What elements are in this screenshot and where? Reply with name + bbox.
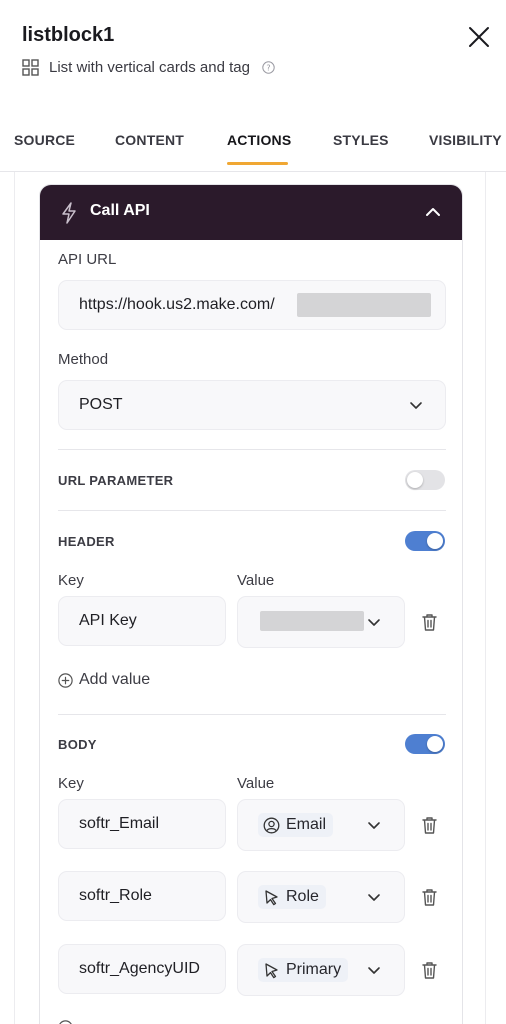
delete-body-row-icon[interactable] bbox=[421, 961, 438, 980]
user-circle-icon bbox=[263, 817, 280, 833]
header-section-label: HEADER bbox=[58, 534, 115, 549]
header-value-select[interactable] bbox=[237, 596, 405, 648]
chevron-down-icon bbox=[368, 894, 380, 901]
method-value: POST bbox=[79, 396, 123, 413]
delete-body-row-icon[interactable] bbox=[421, 816, 438, 835]
add-value-label: Add value bbox=[79, 671, 151, 688]
api-url-label: API URL bbox=[58, 251, 117, 268]
cursor-icon bbox=[265, 889, 278, 905]
tab-source[interactable]: SOURCE bbox=[14, 132, 75, 148]
api-url-value: https://hook.us2.make.com/ bbox=[79, 296, 275, 313]
body-section-label: BODY bbox=[58, 737, 97, 752]
tab-styles[interactable]: STYLES bbox=[333, 132, 389, 148]
field-chip: Primary bbox=[258, 958, 349, 982]
panel-header: listblock1 List with vertical cards and … bbox=[0, 0, 506, 120]
chip-label: Role bbox=[286, 888, 319, 905]
divider bbox=[58, 510, 446, 511]
field-chip: Role bbox=[258, 885, 326, 909]
delete-body-row-icon[interactable] bbox=[421, 888, 438, 907]
action-card-header[interactable]: Call API bbox=[40, 185, 462, 240]
body-toggle[interactable] bbox=[405, 734, 445, 754]
chip-label: Email bbox=[286, 816, 327, 833]
api-url-input[interactable]: https://hook.us2.make.com/ bbox=[58, 280, 446, 330]
redacted-header-value bbox=[260, 611, 364, 631]
body-value-select-role[interactable]: Role bbox=[237, 871, 405, 923]
body-key-value: softr_Email bbox=[79, 815, 160, 832]
tab-content[interactable]: CONTENT bbox=[115, 132, 184, 148]
add-header-value-button[interactable]: Add value bbox=[58, 671, 150, 689]
method-label: Method bbox=[58, 351, 109, 368]
redacted-url-segment bbox=[297, 293, 431, 317]
plus-circle-icon[interactable] bbox=[58, 1020, 73, 1024]
help-icon[interactable]: ? bbox=[262, 60, 275, 74]
chevron-down-icon bbox=[368, 822, 380, 829]
block-title: listblock1 bbox=[22, 24, 115, 46]
tab-bar: SOURCE CONTENT ACTIONS STYLES VISIBILITY bbox=[0, 118, 506, 172]
body-value-label: Value bbox=[237, 775, 275, 792]
toggle-knob bbox=[427, 736, 443, 752]
header-key-label: Key bbox=[58, 572, 84, 589]
divider bbox=[58, 714, 446, 715]
delete-header-row-icon[interactable] bbox=[421, 613, 438, 632]
toggle-knob bbox=[427, 533, 443, 549]
tab-visibility[interactable]: VISIBILITY bbox=[429, 132, 502, 148]
chevron-down-icon bbox=[368, 619, 380, 626]
body-key-input-agency[interactable]: softr_AgencyUID bbox=[58, 944, 226, 994]
url-parameter-label: URL PARAMETER bbox=[58, 473, 174, 488]
body-key-label: Key bbox=[58, 775, 84, 792]
close-icon[interactable] bbox=[466, 24, 492, 50]
chip-label: Primary bbox=[286, 961, 342, 978]
tab-actions[interactable]: ACTIONS bbox=[227, 132, 291, 148]
action-card: Call API API URL https://hook.us2.make.c… bbox=[39, 184, 463, 1024]
divider bbox=[58, 449, 446, 450]
header-toggle[interactable] bbox=[405, 531, 445, 551]
body-value-select-email[interactable]: Email bbox=[237, 799, 405, 851]
grid-icon bbox=[22, 58, 39, 76]
cursor-icon bbox=[265, 962, 278, 978]
body-value-select-agency[interactable]: Primary bbox=[237, 944, 405, 996]
chevron-up-icon[interactable] bbox=[424, 205, 442, 219]
url-parameter-toggle[interactable] bbox=[405, 470, 445, 490]
body-key-value: softr_Role bbox=[79, 887, 152, 904]
active-tab-indicator bbox=[227, 162, 288, 165]
body-key-value: softr_AgencyUID bbox=[79, 960, 200, 977]
header-key-input[interactable]: API Key bbox=[58, 596, 226, 646]
chevron-down-icon bbox=[368, 967, 380, 974]
field-chip: Email bbox=[258, 813, 334, 837]
block-subtitle: List with vertical cards and tag bbox=[49, 58, 250, 76]
body-key-input-role[interactable]: softr_Role bbox=[58, 871, 226, 921]
block-type-row: List with vertical cards and tag ? bbox=[22, 56, 275, 78]
plus-circle-icon bbox=[58, 672, 73, 688]
header-key-value: API Key bbox=[79, 612, 137, 629]
toggle-knob bbox=[407, 472, 423, 488]
action-title: Call API bbox=[90, 202, 150, 219]
bolt-icon bbox=[62, 202, 76, 224]
svg-text:?: ? bbox=[266, 63, 270, 72]
method-select[interactable]: POST bbox=[58, 380, 446, 430]
header-value-label: Value bbox=[237, 572, 275, 589]
body-key-input-email[interactable]: softr_Email bbox=[58, 799, 226, 849]
chevron-down-icon bbox=[410, 402, 422, 409]
